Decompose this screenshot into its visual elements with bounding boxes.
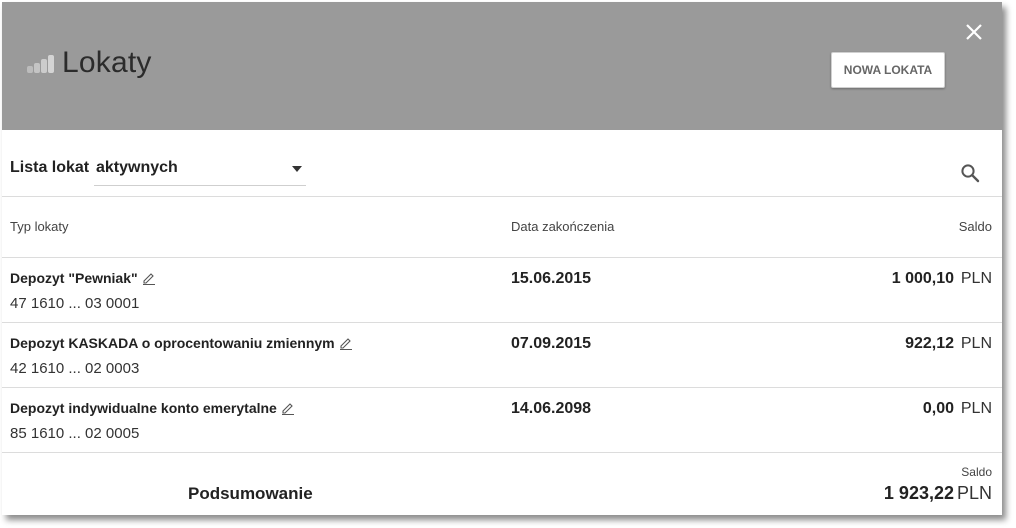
search-icon[interactable]: [960, 163, 980, 183]
balance-currency: PLN: [960, 400, 992, 417]
summary-caption: Saldo: [961, 465, 992, 479]
deposit-status-select[interactable]: aktywnych: [94, 153, 306, 186]
header-bar: Lokaty NOWA LOKATA: [2, 2, 1002, 130]
coins-icon: [27, 55, 54, 73]
balance-currency: PLN: [960, 270, 992, 287]
divider: [2, 452, 1002, 453]
page-title: Lokaty: [62, 46, 152, 79]
balance-amount: 0,00: [922, 400, 954, 417]
new-deposit-button[interactable]: NOWA LOKATA: [831, 52, 945, 88]
edit-icon[interactable]: [339, 336, 353, 350]
caret-down-icon: [292, 166, 302, 172]
close-icon[interactable]: [962, 20, 986, 44]
deposits-panel: Lokaty NOWA LOKATA Lista lokat aktywnych…: [2, 2, 1002, 515]
edit-icon[interactable]: [281, 401, 295, 415]
summary-currency: PLN: [956, 483, 992, 503]
end-date: 14.06.2098: [511, 400, 592, 417]
account-number: 85 1610 ... 02 0005: [10, 425, 140, 442]
deposit-name: Depozyt indywidualne konto emerytalne: [10, 400, 295, 416]
account-number: 42 1610 ... 02 0003: [10, 360, 140, 377]
table-row[interactable]: Depozyt KASKADA o oprocentowaniu zmienny…: [2, 323, 1002, 387]
end-date: 15.06.2015: [511, 270, 592, 287]
deposit-name: Depozyt "Pewniak": [10, 270, 156, 286]
balance-amount: 1 000,10: [891, 270, 954, 287]
deposit-name: Depozyt KASKADA o oprocentowaniu zmienny…: [10, 335, 353, 351]
balance-currency: PLN: [960, 335, 992, 352]
select-value: aktywnych: [96, 159, 178, 176]
column-header-end-date: Data zakończenia: [511, 219, 615, 234]
divider: [2, 196, 1002, 197]
table-row[interactable]: Depozyt "Pewniak" 47 1610 ... 03 0001 15…: [2, 258, 1002, 322]
summary-amount: 1 923,22: [883, 483, 954, 503]
table-row[interactable]: Depozyt indywidualne konto emerytalne 85…: [2, 388, 1002, 452]
balance-amount: 922,12: [905, 335, 954, 352]
edit-icon[interactable]: [142, 271, 156, 285]
account-number: 47 1610 ... 03 0001: [10, 295, 140, 312]
end-date: 07.09.2015: [511, 335, 592, 352]
column-header-balance: Saldo: [958, 219, 992, 234]
summary-label: Podsumowanie: [188, 484, 313, 503]
filter-label: Lista lokat: [10, 159, 90, 176]
column-header-type: Typ lokaty: [10, 219, 69, 234]
